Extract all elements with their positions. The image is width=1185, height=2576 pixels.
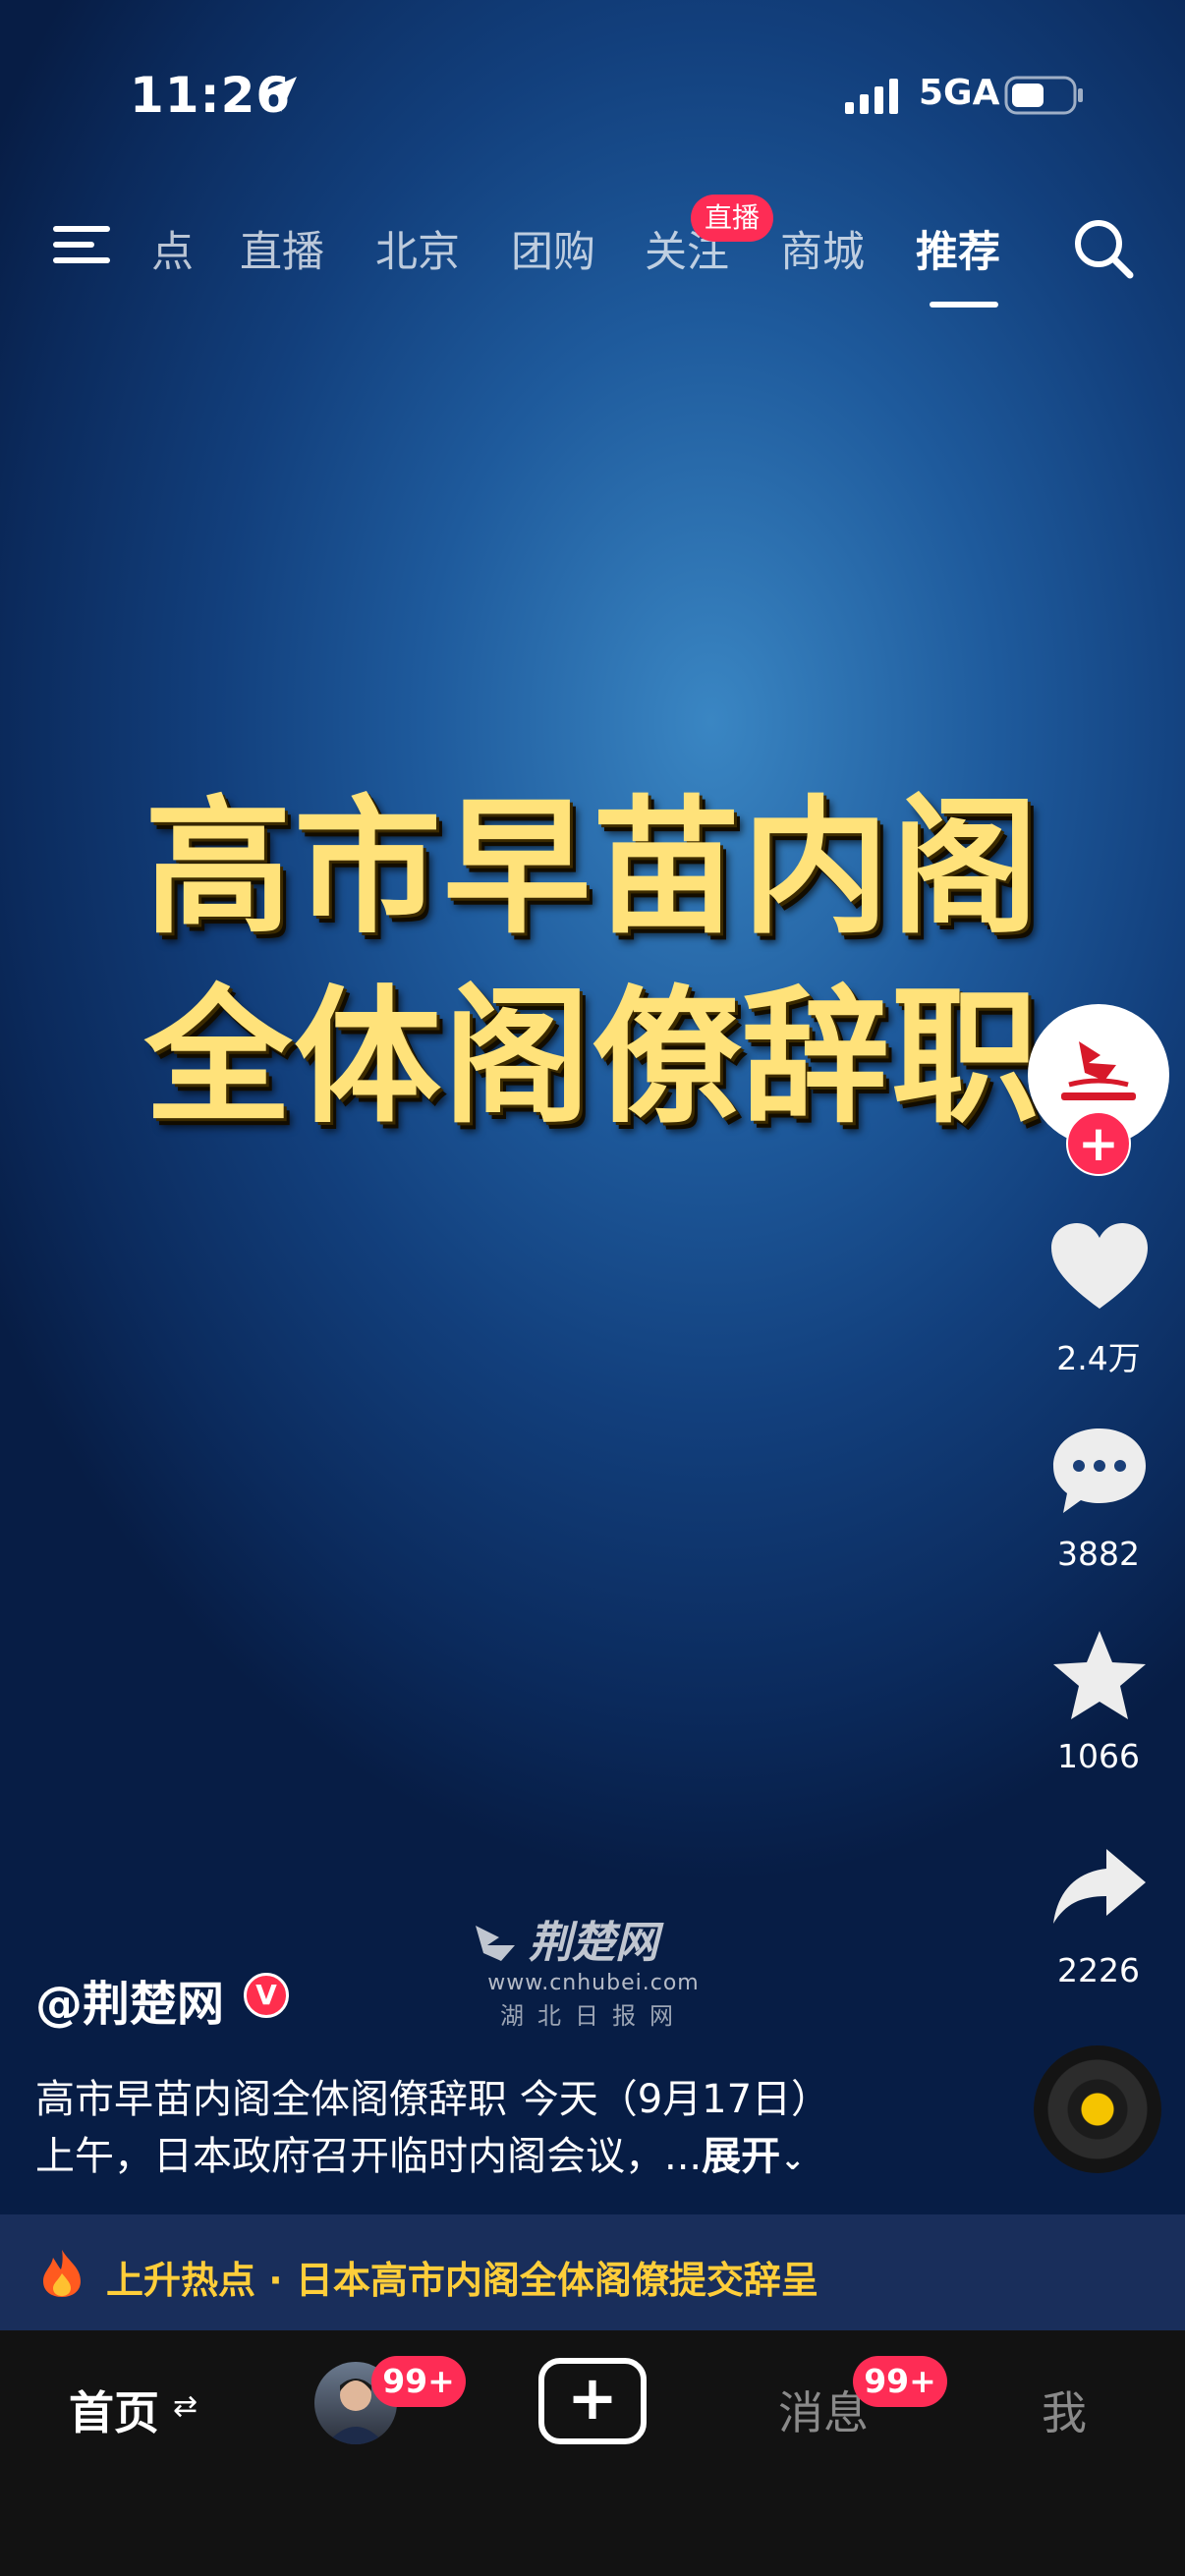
favorite-star-icon[interactable]: [1047, 1627, 1152, 1725]
verified-badge: V: [244, 1973, 289, 2018]
caption-line2[interactable]: 上午，日本政府召开临时内阁会议，...展开⌄: [35, 2124, 805, 2181]
tab-mall[interactable]: 商城: [780, 218, 865, 279]
caption-line1[interactable]: 高市早苗内阁全体阁僚辞职 今天（9月17日）: [35, 2067, 830, 2124]
tab-nearby[interactable]: 点: [151, 218, 194, 279]
network-type: 5GA: [919, 73, 1000, 113]
create-button[interactable]: +: [538, 2358, 647, 2444]
menu-icon[interactable]: [51, 222, 112, 267]
hot-topic-text[interactable]: 上升热点 · 日本高市内阁全体阁僚提交辞呈: [106, 2250, 818, 2304]
nav-home[interactable]: 首页: [69, 2378, 159, 2442]
favorite-count: 1066: [1057, 1737, 1140, 1775]
chevron-down-icon[interactable]: ⌄: [780, 2143, 805, 2177]
battery-icon: [1004, 76, 1083, 115]
tab-group-buy[interactable]: 团购: [511, 218, 595, 279]
watermark-url: www.cnhubei.com: [487, 1971, 700, 1995]
location-arrow-icon: [261, 77, 297, 112]
friends-badge: 99+: [371, 2356, 466, 2407]
author-name[interactable]: @荆楚网: [35, 1965, 224, 2034]
watermark-logo-icon: 荆楚网: [476, 1918, 664, 1968]
fire-icon: [43, 2250, 81, 2297]
video-feed-screen[interactable]: 11:26 5GA 点 直播 北京 团购 关注 商城 推荐 直播 高市早苗内阁 …: [0, 0, 1185, 2576]
share-count: 2226: [1057, 1951, 1140, 1989]
search-icon[interactable]: [1071, 216, 1136, 281]
messages-badge: 99+: [853, 2356, 947, 2407]
tab-live[interactable]: 直播: [240, 218, 324, 279]
tab-recommend[interactable]: 推荐: [916, 218, 1000, 279]
comment-count: 3882: [1057, 1535, 1140, 1573]
active-tab-indicator: [930, 302, 998, 308]
follow-button[interactable]: +: [1066, 1111, 1131, 1176]
video-headline-line1: 高市早苗内阁: [143, 781, 1041, 954]
video-headline-line2: 全体阁僚辞职: [143, 971, 1041, 1144]
comment-icon[interactable]: [1047, 1423, 1152, 1521]
nav-me[interactable]: 我: [1042, 2378, 1087, 2442]
share-arrow-icon[interactable]: [1047, 1839, 1152, 1937]
watermark-subtitle: 湖北日报网: [500, 2002, 687, 2030]
music-disc[interactable]: [1034, 2045, 1161, 2173]
swap-icon[interactable]: ⇄: [173, 2389, 198, 2424]
signal-icon: [845, 79, 898, 114]
tab-beijing[interactable]: 北京: [375, 218, 460, 279]
expand-button[interactable]: 展开: [702, 2134, 780, 2179]
svg-text:荆楚网: 荆楚网: [529, 1918, 664, 1968]
caption-line2-text: 上午，日本政府召开临时内阁会议，...: [35, 2134, 703, 2179]
like-count: 2.4万: [1056, 1339, 1141, 1377]
live-badge: 直播: [691, 195, 773, 242]
like-heart-icon[interactable]: [1047, 1218, 1152, 1316]
